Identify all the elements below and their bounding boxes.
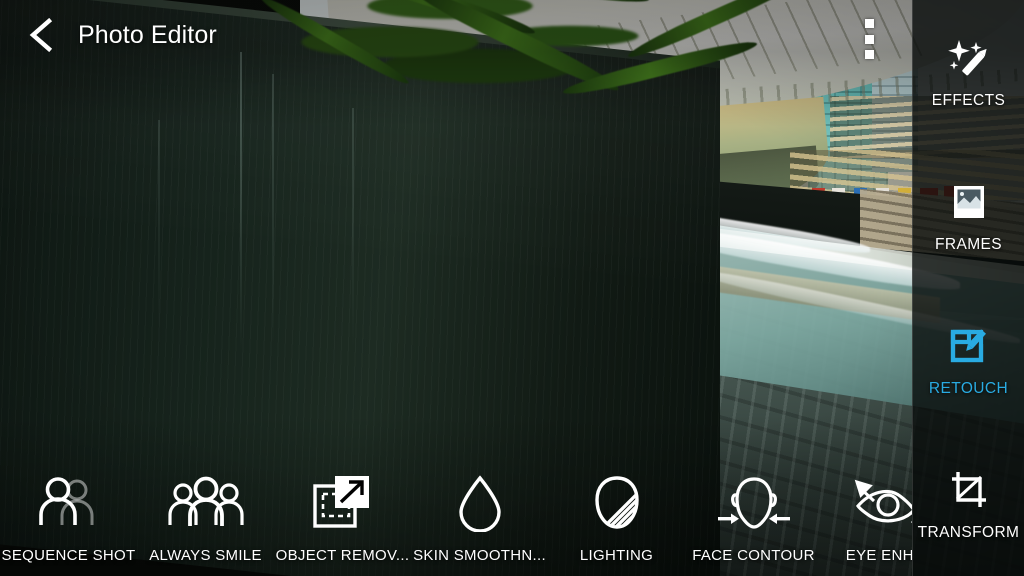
tool-object-removal[interactable]: OBJECT REMOV... xyxy=(274,454,411,576)
water-drop-icon xyxy=(454,475,506,532)
picture-frame-icon xyxy=(945,178,993,226)
tool-label: LIGHTING xyxy=(579,547,654,564)
chevron-left-icon xyxy=(27,18,57,52)
object-remove-icon xyxy=(309,475,377,531)
back-button[interactable] xyxy=(22,12,62,58)
tool-label: SKIN SMOOTHN... xyxy=(413,547,546,564)
photo-editor-screen: Photo Editor EFFECTS FRAMES RETOUCH TRAN… xyxy=(0,0,1024,576)
person-sequence-icon xyxy=(32,475,106,531)
more-vertical-icon[interactable] xyxy=(858,16,880,62)
tool-eye-enhance[interactable]: EYE ENHAN xyxy=(822,454,912,576)
tool-lighting[interactable]: LIGHTING xyxy=(548,454,685,576)
tool-label: ALWAYS SMILE xyxy=(149,547,262,564)
tool-label: EYE ENHAN xyxy=(845,547,912,564)
eye-enhance-icon xyxy=(848,475,912,531)
sidebar-item-frames[interactable]: FRAMES xyxy=(913,144,1024,288)
tool-skin-smoothness[interactable]: SKIN SMOOTHN... xyxy=(411,454,548,576)
page-title: Photo Editor xyxy=(78,20,217,49)
sidebar-item-label: RETOUCH xyxy=(928,380,1009,397)
group-people-icon xyxy=(164,475,248,531)
sidebar-item-label: FRAMES xyxy=(935,236,1002,253)
tool-sequence-shot[interactable]: SEQUENCE SHOT xyxy=(0,454,137,576)
tool-label: FACE CONTOUR xyxy=(692,547,815,564)
sidebar-item-retouch[interactable]: RETOUCH xyxy=(913,288,1024,432)
right-sidebar: EFFECTS FRAMES RETOUCH TRANSFORM xyxy=(912,0,1024,576)
sidebar-item-label: EFFECTS xyxy=(931,92,1006,109)
sidebar-item-transform[interactable]: TRANSFORM xyxy=(913,432,1024,576)
edit-square-icon xyxy=(945,322,993,370)
bottom-toolbar: SEQUENCE SHOT ALWAYS SMILE OBJECT REMOV.… xyxy=(0,446,912,576)
face-lighting-icon xyxy=(589,475,645,531)
tool-always-smile[interactable]: ALWAYS SMILE xyxy=(137,454,274,576)
face-contour-icon xyxy=(714,475,794,531)
tool-face-contour[interactable]: FACE CONTOUR xyxy=(685,454,822,576)
sidebar-item-label: TRANSFORM xyxy=(917,524,1020,541)
tool-label: OBJECT REMOV... xyxy=(275,547,410,564)
tool-label: SEQUENCE SHOT xyxy=(1,547,136,564)
crop-icon xyxy=(945,466,993,514)
